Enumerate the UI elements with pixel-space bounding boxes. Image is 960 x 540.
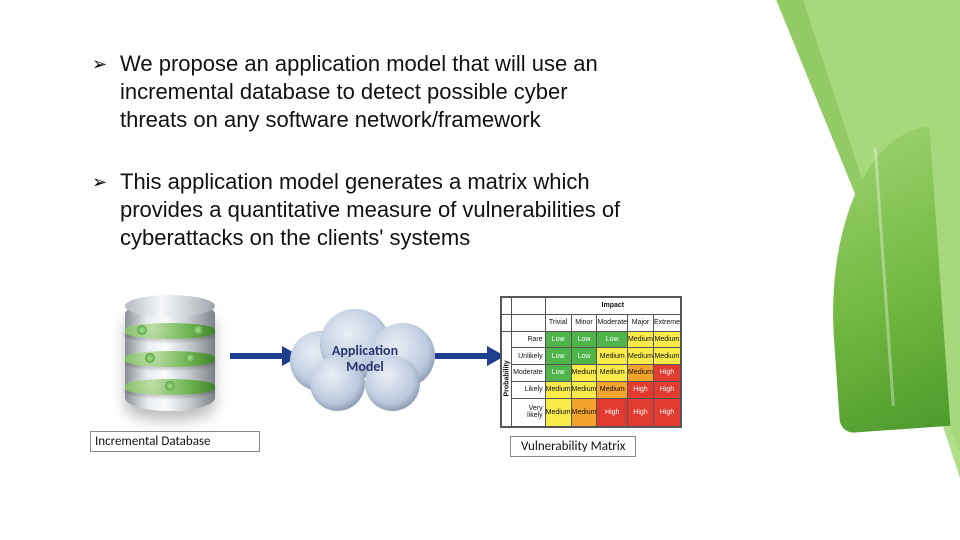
database-label: Incremental Database: [90, 431, 260, 452]
bullet-marker-icon: ➢: [92, 50, 120, 134]
bullet-item: ➢ This application model generates a mat…: [92, 168, 622, 252]
bullet-text: We propose an application model that wil…: [120, 50, 622, 134]
arrow-right-icon: [435, 346, 505, 366]
database-icon: [110, 296, 230, 426]
cloud-label-line2: Model: [346, 358, 384, 375]
bullet-item: ➢ We propose an application model that w…: [92, 50, 622, 134]
bullet-marker-icon: ➢: [92, 168, 120, 252]
vulnerability-matrix: ImpactTrivialMinorModerateMajorExtremePr…: [500, 296, 682, 428]
concept-diagram: Incremental Database Application Model I…: [90, 296, 670, 496]
matrix-label: Vulnerability Matrix: [510, 436, 636, 457]
slide-corner-decoration: [620, 0, 960, 540]
cloud-label-line1: Application: [332, 342, 398, 359]
cloud-icon: Application Model: [290, 301, 440, 411]
bullet-text: This application model generates a matri…: [120, 168, 622, 252]
bullet-list: ➢ We propose an application model that w…: [92, 50, 622, 286]
